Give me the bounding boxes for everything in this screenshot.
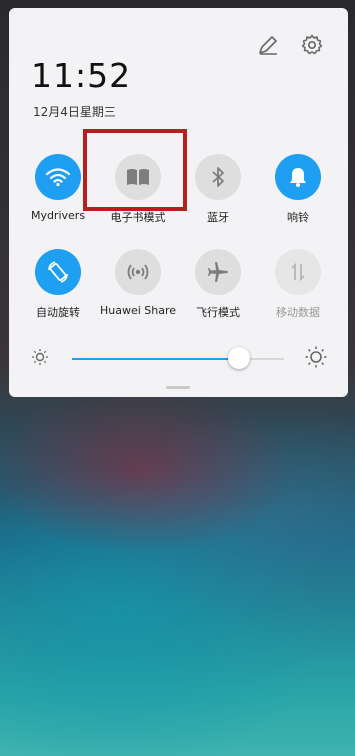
brightness-fill bbox=[72, 358, 240, 360]
bluetooth-icon bbox=[195, 154, 241, 200]
tile-label: 自动旋转 bbox=[36, 306, 80, 319]
airplane-icon bbox=[195, 249, 241, 295]
bell-icon bbox=[275, 154, 321, 200]
tile-airplane-mode[interactable]: 飞行模式 bbox=[178, 249, 258, 320]
gear-icon[interactable] bbox=[301, 34, 323, 56]
highlight-box bbox=[83, 129, 187, 211]
panel-drag-handle[interactable] bbox=[166, 386, 190, 389]
quick-settings-panel: 11:52 12月4日星期三 Mydrivers 电子书模式 蓝牙 响铃 自动旋… bbox=[9, 8, 348, 397]
tile-ringer[interactable]: 响铃 bbox=[258, 154, 338, 225]
brightness-high-icon bbox=[305, 346, 327, 372]
share-signal-icon bbox=[115, 249, 161, 295]
clock-date: 12月4日星期三 bbox=[33, 105, 116, 119]
pencil-icon[interactable] bbox=[257, 34, 279, 56]
tile-mobile-data[interactable]: 移动数据 bbox=[258, 249, 338, 320]
tile-label: 电子书模式 bbox=[110, 211, 166, 224]
brightness-knob[interactable] bbox=[228, 347, 251, 369]
tile-huawei-share[interactable]: Huawei Share bbox=[98, 249, 178, 317]
tile-bluetooth[interactable]: 蓝牙 bbox=[178, 154, 258, 225]
tile-label: 飞行模式 bbox=[196, 306, 240, 319]
mobile-data-icon bbox=[275, 249, 321, 295]
wifi-icon bbox=[35, 154, 81, 200]
brightness-slider[interactable] bbox=[72, 347, 284, 369]
tile-label: 移动数据 bbox=[276, 306, 320, 319]
tile-label: 蓝牙 bbox=[207, 211, 229, 224]
tile-auto-rotate[interactable]: 自动旋转 bbox=[18, 249, 98, 320]
tile-label: Huawei Share bbox=[99, 304, 177, 317]
tile-label: 响铃 bbox=[287, 211, 309, 224]
brightness-low-icon bbox=[31, 348, 49, 370]
rotate-icon bbox=[35, 249, 81, 295]
clock-time: 11:52 bbox=[31, 56, 132, 95]
